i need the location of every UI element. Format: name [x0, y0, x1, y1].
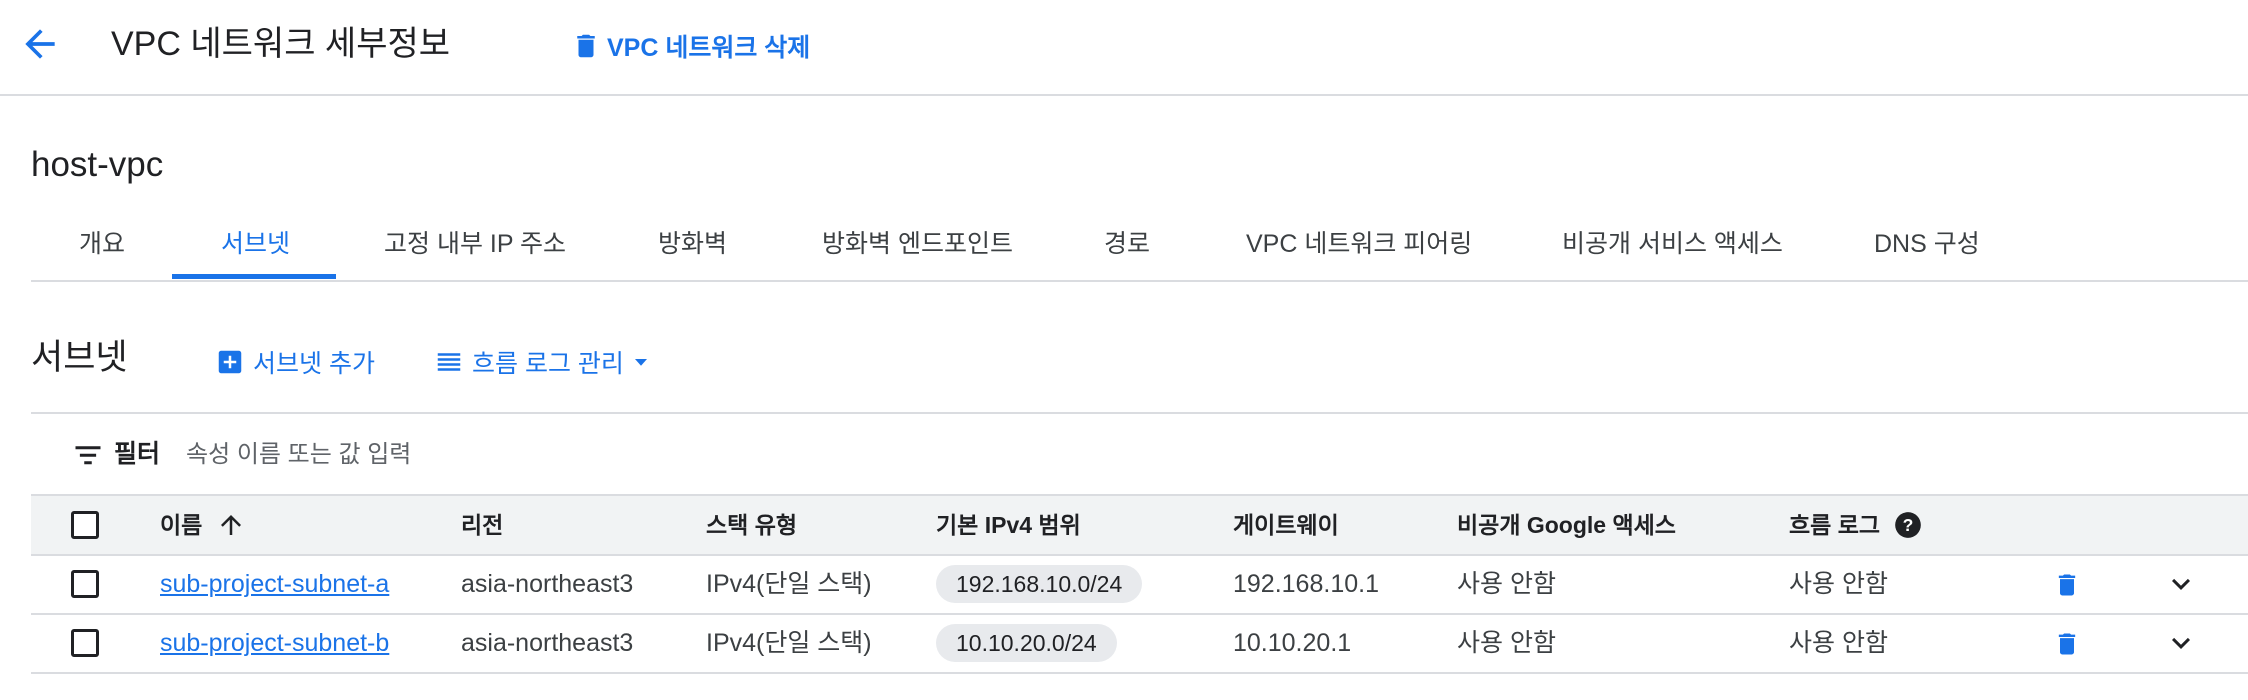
top-header: VPC 네트워크 세부정보 VPC 네트워크 삭제 — [0, 0, 2248, 96]
tab-static-internal-ip[interactable]: 고정 내부 IP 주소 — [384, 210, 566, 278]
trash-icon[interactable] — [2053, 628, 2081, 660]
trash-icon — [577, 34, 595, 58]
subnet-gateway: 10.10.20.1 — [1233, 629, 1352, 657]
subnet-name-link[interactable]: sub-project-subnet-a — [160, 556, 389, 613]
tab-dns-config[interactable]: DNS 구성 — [1874, 210, 1980, 278]
manage-flow-logs-button[interactable]: 흐름 로그 관리 — [434, 340, 650, 384]
table-header: 이름 리전 스택 유형 기본 IPv4 범위 게이트웨이 비공개 Google … — [31, 494, 2248, 556]
column-header-private-google-access[interactable]: 비공개 Google 액세스 — [1457, 496, 1676, 554]
filter-icon — [75, 446, 101, 465]
select-all-checkbox[interactable] — [71, 511, 99, 539]
help-icon[interactable]: ? — [1894, 511, 1922, 539]
table-row: sub-project-subnet-b asia-northeast3 IPv… — [31, 615, 2248, 674]
filter-input[interactable] — [184, 434, 888, 476]
filter-label: 필터 — [114, 440, 161, 468]
manage-flow-logs-label: 흐름 로그 관리 — [472, 350, 624, 378]
arrow-up-icon — [221, 515, 242, 535]
ipv4-range-chip: 192.168.10.0/24 — [936, 565, 1143, 603]
subnet-region: asia-northeast3 — [461, 629, 634, 657]
tab-firewall-endpoints[interactable]: 방화벽 엔드포인트 — [822, 210, 1013, 278]
subnet-flow-logs: 사용 안함 — [1789, 570, 1888, 598]
subnet-private-google-access: 사용 안함 — [1457, 570, 1556, 598]
tab-subnets[interactable]: 서브넷 — [221, 210, 290, 278]
tab-routes[interactable]: 경로 — [1104, 210, 1150, 278]
subnet-gateway: 192.168.10.1 — [1233, 570, 1379, 598]
caret-down-icon — [634, 359, 647, 366]
subnet-stack-type: IPv4(단일 스택) — [706, 629, 872, 657]
trash-icon[interactable] — [2053, 569, 2081, 601]
tab-vpc-peering[interactable]: VPC 네트워크 피어링 — [1246, 210, 1472, 278]
column-header-gateway[interactable]: 게이트웨이 — [1233, 496, 1339, 554]
add-subnet-label: 서브넷 추가 — [253, 350, 375, 378]
column-header-stack-type[interactable]: 스택 유형 — [706, 496, 797, 554]
column-header-ipv4-range[interactable]: 기본 IPv4 범위 — [936, 496, 1081, 554]
column-header-flow-logs[interactable]: 흐름 로그 ? — [1789, 496, 1922, 554]
column-header-name[interactable]: 이름 — [160, 496, 246, 554]
delete-vpc-button[interactable]: VPC 네트워크 삭제 — [571, 27, 810, 65]
page-title: VPC 네트워크 세부정보 — [111, 25, 451, 63]
tab-overview[interactable]: 개요 — [79, 210, 125, 278]
network-name: host-vpc — [31, 145, 164, 184]
subnet-flow-logs: 사용 안함 — [1789, 629, 1888, 657]
row-checkbox[interactable] — [71, 570, 99, 598]
filter-bar: 필터 — [31, 412, 2248, 494]
ipv4-range-chip: 10.10.20.0/24 — [936, 624, 1117, 662]
list-icon — [437, 353, 461, 371]
tab-firewall[interactable]: 방화벽 — [658, 210, 727, 278]
arrow-back-icon — [25, 29, 55, 59]
subnet-region: asia-northeast3 — [461, 570, 634, 598]
column-header-name-label: 이름 — [160, 512, 203, 538]
tab-bar: 개요 서브넷 고정 내부 IP 주소 방화벽 방화벽 엔드포인트 경로 VPC … — [31, 210, 2248, 282]
add-subnet-button[interactable]: 서브넷 추가 — [215, 340, 375, 384]
add-box-icon — [218, 350, 242, 374]
chevron-down-icon[interactable] — [2163, 566, 2199, 602]
subnet-name-link[interactable]: sub-project-subnet-b — [160, 615, 389, 672]
row-checkbox[interactable] — [71, 629, 99, 657]
column-header-flow-logs-label: 흐름 로그 — [1789, 512, 1881, 538]
tab-private-service-access[interactable]: 비공개 서비스 액세스 — [1562, 210, 1783, 278]
column-header-region[interactable]: 리전 — [461, 496, 503, 554]
chevron-down-icon[interactable] — [2163, 625, 2199, 661]
section-title: 서브넷 — [31, 338, 128, 377]
subnets-table: 이름 리전 스택 유형 기본 IPv4 범위 게이트웨이 비공개 Google … — [31, 494, 2248, 674]
active-tab-indicator — [172, 274, 336, 279]
table-row: sub-project-subnet-a asia-northeast3 IPv… — [31, 556, 2248, 615]
svg-text:?: ? — [1903, 515, 1914, 535]
subnet-stack-type: IPv4(단일 스택) — [706, 570, 872, 598]
delete-vpc-label: VPC 네트워크 삭제 — [607, 34, 811, 62]
subnet-private-google-access: 사용 안함 — [1457, 629, 1556, 657]
back-button[interactable] — [18, 22, 62, 66]
